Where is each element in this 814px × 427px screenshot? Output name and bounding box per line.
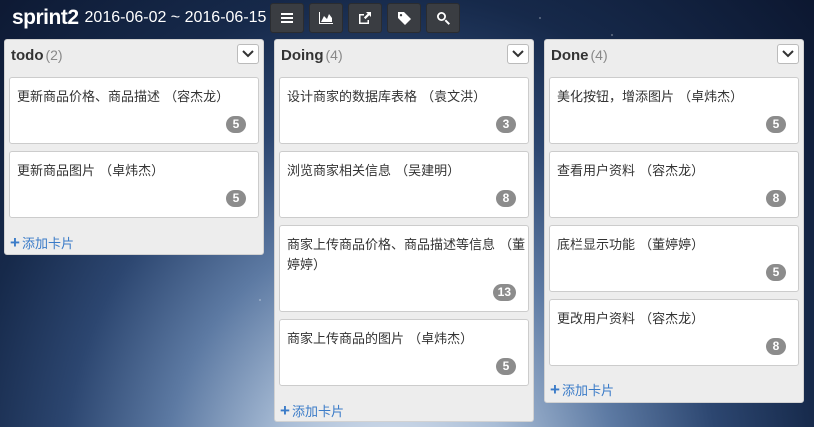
task-card[interactable]: 更改用户资料 （容杰龙） 8 <box>549 299 799 366</box>
chevron-down-icon <box>512 50 524 58</box>
story-points-badge: 8 <box>496 190 516 207</box>
sprint-title: sprint2 <box>12 6 79 29</box>
story-points-badge: 8 <box>766 338 786 355</box>
top-toolbar: sprint2 2016-06-02 ~ 2016-06-15 <box>0 0 814 36</box>
story-points-badge: 5 <box>226 190 246 207</box>
lane-header: todo (2) <box>5 40 263 70</box>
card-title: 商家上传商品价格、商品描述等信息 （董婷婷） <box>287 238 526 273</box>
menu-button[interactable] <box>270 3 305 33</box>
area-chart-icon <box>319 12 334 24</box>
lane-title: todo <box>11 46 44 64</box>
chevron-down-icon <box>782 50 794 58</box>
story-points-badge: 5 <box>496 358 516 375</box>
add-card-label: 添加卡片 <box>561 384 614 399</box>
sprint-date-range: 2016-06-02 ~ 2016-06-15 <box>84 9 267 26</box>
lane-todo: todo (2) 更新商品价格、商品描述 （容杰龙） 5 更新商品图片 （卓炜杰… <box>4 39 264 255</box>
task-card[interactable]: 设计商家的数据库表格 （袁文洪） 3 <box>279 77 529 144</box>
task-card[interactable]: 美化按钮，增添图片 （卓炜杰） 5 <box>549 77 799 144</box>
tag-icon <box>398 12 412 25</box>
task-card[interactable]: 商家上传商品的图片 （卓炜杰） 5 <box>279 319 529 386</box>
chevron-down-icon <box>242 50 254 58</box>
task-card[interactable]: 更新商品图片 （卓炜杰） 5 <box>9 151 259 218</box>
card-title: 设计商家的数据库表格 （袁文洪） <box>287 90 487 105</box>
search-icon <box>437 12 451 25</box>
plus-icon: + <box>10 232 20 252</box>
tag-button[interactable] <box>387 3 422 33</box>
story-points-badge: 5 <box>766 116 786 133</box>
chart-button[interactable] <box>309 3 344 33</box>
lane-count: (4) <box>590 47 608 63</box>
plus-icon: + <box>550 379 560 399</box>
add-card-link[interactable]: + 添加卡片 <box>280 400 344 421</box>
card-title: 更新商品图片 （卓炜杰） <box>17 164 165 179</box>
lane-count: (4) <box>325 47 343 63</box>
story-points-badge: 8 <box>766 190 786 207</box>
card-title: 更新商品价格、商品描述 （容杰龙） <box>17 90 230 105</box>
lane-count: (2) <box>45 47 63 63</box>
lane-title: Done <box>551 46 589 64</box>
lane-title: Doing <box>281 46 324 64</box>
story-points-badge: 5 <box>226 116 246 133</box>
task-card[interactable]: 更新商品价格、商品描述 （容杰龙） 5 <box>9 77 259 144</box>
task-card[interactable]: 商家上传商品价格、商品描述等信息 （董婷婷） 13 <box>279 225 529 312</box>
story-points-badge: 5 <box>766 264 786 281</box>
add-card-label: 添加卡片 <box>291 405 344 420</box>
card-title: 美化按钮，增添图片 （卓炜杰） <box>557 90 744 105</box>
lane-collapse-button[interactable] <box>777 44 799 64</box>
card-title: 更改用户资料 （容杰龙） <box>557 312 705 327</box>
task-card[interactable]: 底栏显示功能 （董婷婷） 5 <box>549 225 799 292</box>
card-title: 底栏显示功能 （董婷婷） <box>557 238 705 253</box>
card-title: 商家上传商品的图片 （卓炜杰） <box>287 332 474 347</box>
add-card-link[interactable]: + 添加卡片 <box>550 379 614 400</box>
lane-collapse-button[interactable] <box>237 44 259 64</box>
share-button[interactable] <box>348 3 383 33</box>
story-points-badge: 3 <box>496 116 516 133</box>
task-card[interactable]: 查看用户资料 （容杰龙） 8 <box>549 151 799 218</box>
card-title: 查看用户资料 （容杰龙） <box>557 164 705 179</box>
add-card-link[interactable]: + 添加卡片 <box>10 232 74 253</box>
add-card-label: 添加卡片 <box>21 237 74 252</box>
lane-doing: Doing (4) 设计商家的数据库表格 （袁文洪） 3 浏览商家相关信息 （吴… <box>274 39 534 422</box>
plus-icon: + <box>280 400 290 420</box>
lane-done: Done (4) 美化按钮，增添图片 （卓炜杰） 5 查看用户资料 （容杰龙） … <box>544 39 804 403</box>
lane-header: Doing (4) <box>275 40 533 70</box>
lane-header: Done (4) <box>545 40 803 70</box>
task-card[interactable]: 浏览商家相关信息 （吴建明） 8 <box>279 151 529 218</box>
menu-icon <box>281 13 294 23</box>
share-icon <box>359 12 372 24</box>
card-title: 浏览商家相关信息 （吴建明） <box>287 164 461 179</box>
search-button[interactable] <box>426 3 461 33</box>
lane-collapse-button[interactable] <box>507 44 529 64</box>
story-points-badge: 13 <box>492 284 516 301</box>
